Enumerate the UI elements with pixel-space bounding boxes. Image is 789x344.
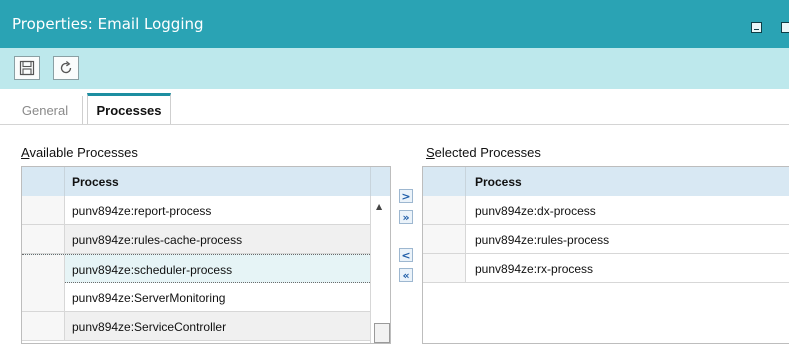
save-button[interactable] — [14, 56, 40, 80]
toolbar — [0, 48, 789, 89]
row-selector[interactable] — [22, 196, 65, 224]
add-all-button[interactable]: » — [399, 210, 413, 224]
process-cell: punv894ze:report-process — [72, 204, 212, 218]
tab-processes[interactable]: Processes — [87, 93, 171, 124]
row-selector[interactable] — [22, 255, 65, 283]
process-column-header[interactable]: Process — [72, 175, 119, 189]
tab-divider — [0, 124, 789, 125]
available-processes-grid[interactable]: Process punv894ze:report-process punv894… — [21, 166, 391, 344]
process-cell: punv894ze:rules-process — [475, 233, 610, 247]
scroll-up-icon[interactable]: ▲ — [376, 202, 382, 211]
row-header-corner — [22, 167, 65, 196]
table-row[interactable]: punv894ze:ServerMonitoring — [22, 283, 370, 312]
row-selector[interactable] — [22, 225, 65, 253]
scroll-thumb[interactable] — [374, 323, 390, 343]
row-selector[interactable] — [22, 312, 65, 340]
remove-all-button[interactable]: « — [399, 268, 413, 282]
title-bar: Properties: Email Logging — [0, 0, 789, 48]
grid-header: Process — [423, 167, 789, 197]
window-title: Properties: Email Logging — [12, 15, 204, 33]
minimize-icon[interactable] — [751, 22, 762, 33]
add-button[interactable]: > — [399, 189, 413, 203]
row-header-corner — [423, 167, 466, 196]
process-cell: punv894ze:scheduler-process — [72, 263, 233, 277]
refresh-button[interactable] — [53, 56, 79, 80]
table-row[interactable]: punv894ze:ServiceController — [22, 312, 370, 341]
selected-processes-label-text: elected Processes — [434, 145, 541, 160]
table-row[interactable]: punv894ze:rules-cache-process — [22, 225, 370, 254]
process-cell: punv894ze:dx-process — [475, 204, 596, 218]
process-cell: punv894ze:ServiceController — [72, 320, 227, 334]
remove-button[interactable]: < — [399, 248, 413, 262]
table-row-selected[interactable]: punv894ze:scheduler-process — [22, 254, 370, 283]
table-row[interactable]: punv894ze:report-process — [22, 196, 370, 225]
table-row[interactable]: punv894ze:dx-process — [423, 196, 789, 225]
available-processes-label: Available Processes — [21, 145, 138, 160]
available-processes-label-text: vailable Processes — [29, 145, 138, 160]
selected-processes-label: Selected Processes — [426, 145, 541, 160]
process-cell: punv894ze:ServerMonitoring — [72, 291, 226, 305]
process-cell: punv894ze:rules-cache-process — [72, 233, 243, 247]
restore-icon[interactable] — [781, 22, 789, 33]
process-column-header[interactable]: Process — [475, 175, 522, 189]
tab-general[interactable]: General — [8, 96, 83, 124]
vertical-scrollbar[interactable]: ▲ — [370, 196, 390, 343]
selected-processes-label-mnemonic: S — [426, 145, 435, 160]
table-row[interactable]: punv894ze:rules-process — [423, 225, 789, 254]
tab-strip: General Processes — [0, 89, 789, 125]
save-icon — [19, 60, 35, 76]
selected-processes-grid[interactable]: Process punv894ze:dx-process punv894ze:r… — [422, 166, 789, 344]
table-row[interactable]: punv894ze:rx-process — [423, 254, 789, 283]
process-cell: punv894ze:rx-process — [475, 262, 594, 276]
row-selector[interactable] — [423, 225, 466, 253]
row-selector[interactable] — [423, 196, 466, 224]
refresh-icon — [60, 60, 72, 74]
header-scroll-filler — [370, 167, 390, 196]
row-selector[interactable] — [22, 283, 65, 311]
row-selector[interactable] — [423, 254, 466, 282]
grid-header: Process — [22, 167, 390, 197]
